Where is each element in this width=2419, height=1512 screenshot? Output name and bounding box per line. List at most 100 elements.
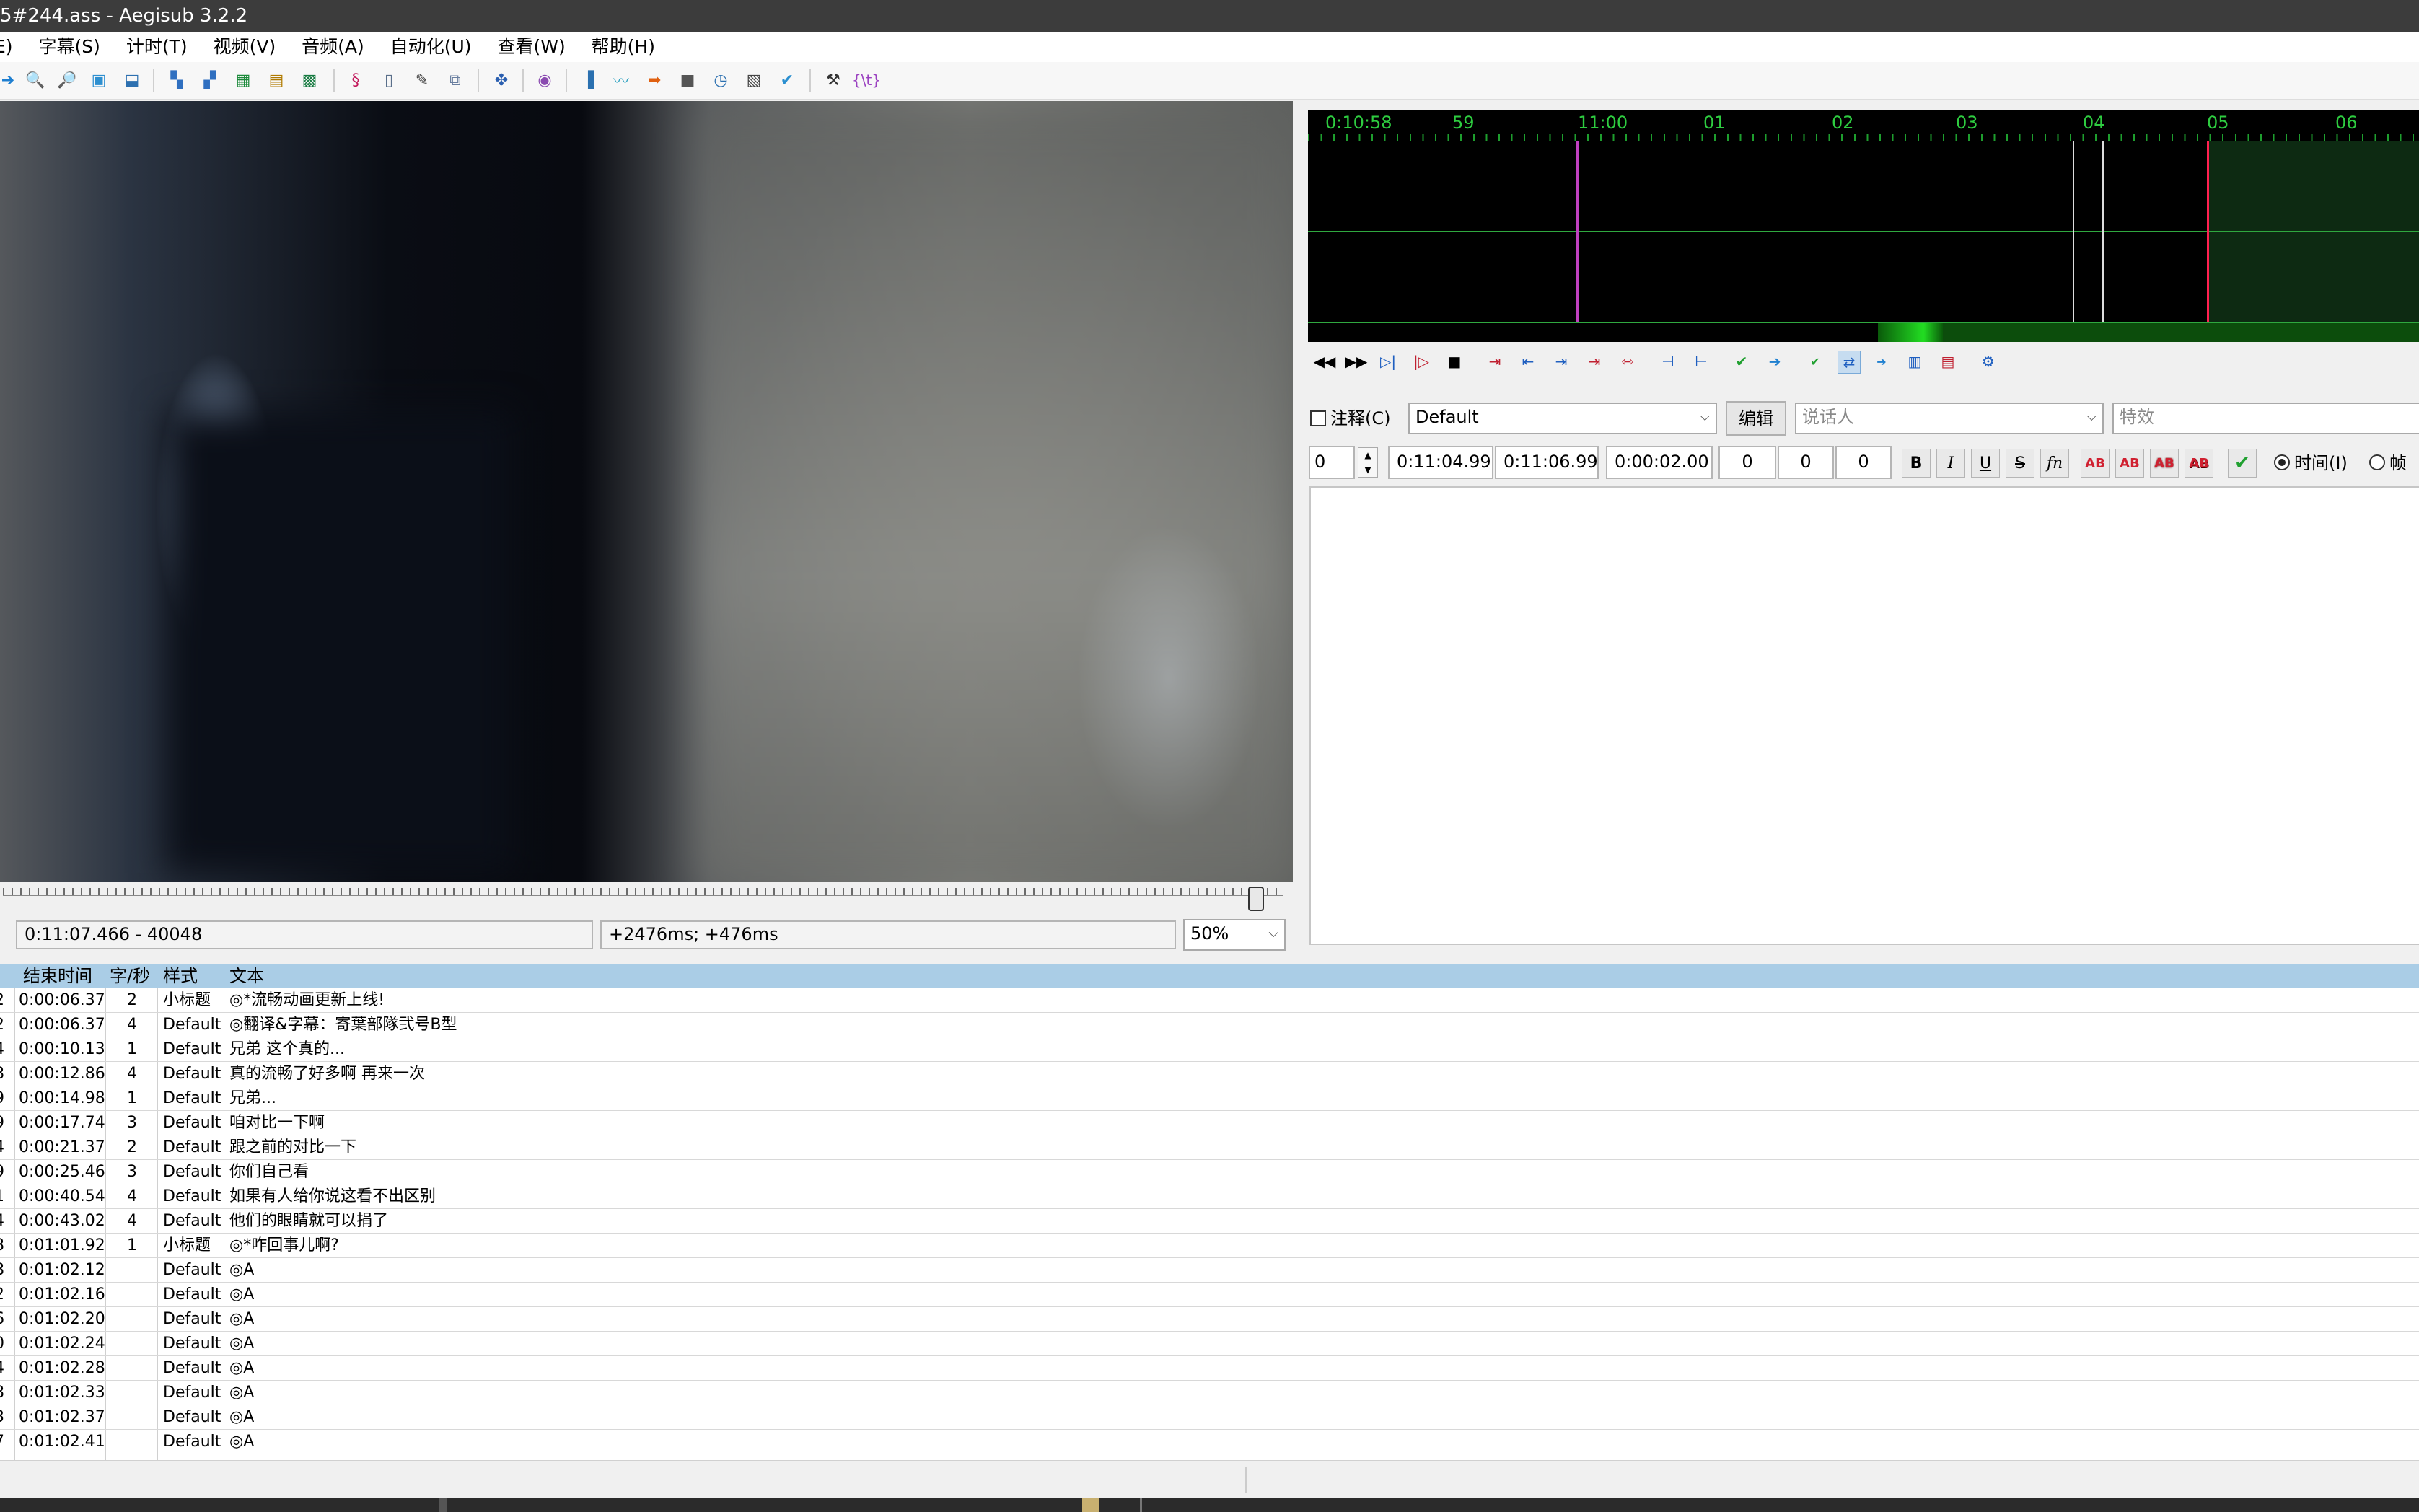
play-after-start-icon[interactable]: ⇤ — [1517, 351, 1539, 372]
menu-subtitle[interactable]: 字幕(S) — [39, 32, 100, 62]
start-time-field[interactable]: 0:11:04.99 — [1388, 446, 1493, 479]
outline-color-button[interactable]: AB — [2150, 449, 2179, 478]
puzzle-icon[interactable]: ✤ — [491, 69, 512, 91]
clock-icon[interactable]: ◷ — [710, 69, 732, 91]
snap-start-icon[interactable]: ▐ — [577, 69, 599, 91]
duration-field[interactable]: 0:00:02.00 — [1606, 446, 1713, 479]
audio-scrollbar[interactable] — [1308, 322, 2419, 342]
effect-field[interactable]: 特效 — [2112, 403, 2419, 434]
next-line-icon[interactable]: ▶▶ — [1345, 351, 1368, 372]
table-row[interactable]: 7 0:01:02.41 Default ◎A — [0, 1430, 2419, 1454]
menu-view[interactable]: 查看(W) — [497, 32, 565, 62]
subtitle-text-editor[interactable] — [1309, 486, 2419, 945]
secondary-color-button[interactable]: AB — [2115, 449, 2144, 478]
table-row[interactable]: 9 0:00:14.98 1 Default 兄弟... — [0, 1086, 2419, 1111]
time-radio[interactable] — [2274, 454, 2290, 470]
table-row[interactable]: 8 0:00:12.86 4 Default 真的流畅了好多啊 再来一次 — [0, 1062, 2419, 1086]
keyframes-icon[interactable]: ▩ — [299, 69, 320, 91]
prev-line-icon[interactable]: ◀◀ — [1314, 351, 1336, 372]
strikethrough-button[interactable]: S — [2006, 449, 2034, 478]
actor-select[interactable]: 说话人 ⌵ — [1795, 403, 2104, 434]
layer-spinner[interactable]: ▲ ▼ — [1358, 447, 1378, 478]
spectrum-icon[interactable]: ▥ — [1904, 351, 1926, 372]
header-text[interactable]: 文本 — [229, 964, 264, 988]
zoom-out-icon[interactable]: 🔎 — [56, 69, 78, 91]
arrow-right-icon[interactable]: ➔ — [0, 69, 19, 91]
margin-vertical-field[interactable]: 0 — [1835, 446, 1892, 479]
zoom-in-icon[interactable]: 🔍 — [25, 69, 46, 91]
seek-thumb[interactable] — [1248, 887, 1264, 911]
script-icon[interactable]: § — [345, 69, 366, 91]
shadow-color-button[interactable]: AB — [2185, 449, 2213, 478]
table-row[interactable]: 9 0:00:17.74 3 Default 咱对比一下啊 — [0, 1111, 2419, 1135]
header-style[interactable]: 样式 — [163, 964, 198, 988]
video-time-field[interactable]: 0:11:07.466 - 40048 — [16, 920, 593, 949]
lead-in-icon[interactable]: ⊣ — [1657, 351, 1679, 372]
film-icon[interactable]: ▤ — [265, 69, 287, 91]
shift-icon[interactable]: ➡ — [644, 69, 665, 91]
grid-icon[interactable]: ▦ — [232, 69, 254, 91]
italic-button[interactable]: I — [1936, 449, 1965, 478]
auto-commit-icon[interactable]: ✔ — [1804, 351, 1826, 372]
auto-scroll-icon[interactable]: ⇄ — [1838, 351, 1861, 374]
margin-left-field[interactable]: 0 — [1718, 446, 1776, 479]
table-row[interactable]: 4 0:00:21.37 2 Default 跟之前的对比一下 — [0, 1135, 2419, 1160]
copy-icon[interactable]: ⧉ — [444, 69, 466, 91]
audio-settings-icon[interactable]: ⚙ — [1977, 351, 1999, 372]
table-row[interactable]: 0 0:01:02.24 Default ◎A — [0, 1332, 2419, 1356]
automation-icon[interactable]: ◉ — [534, 69, 556, 91]
lead-out-icon[interactable]: ⊢ — [1690, 351, 1712, 372]
close-video-icon[interactable]: ▞ — [199, 69, 221, 91]
pen-icon[interactable]: ✎ — [411, 69, 433, 91]
table-row[interactable]: 1 0:00:40.54 4 Default 如果有人给你说这看不出区别 — [0, 1184, 2419, 1209]
spellcheck-icon[interactable]: ✔ — [776, 69, 798, 91]
table-row[interactable]: 2 0:01:02.16 Default ◎A — [0, 1283, 2419, 1307]
resolution-icon[interactable]: ▧ — [743, 69, 765, 91]
menu-audio[interactable]: 音频(A) — [302, 32, 364, 62]
selection-start-marker[interactable] — [2073, 141, 2074, 322]
play-after-icon[interactable]: ⇥ — [1584, 351, 1605, 372]
play-before-icon[interactable]: ⇥ — [1484, 351, 1506, 372]
table-row[interactable]: 4 0:00:43.02 4 Default 他们的眼睛就可以捐了 — [0, 1209, 2419, 1234]
end-time-field[interactable]: 0:11:06.99 — [1495, 446, 1599, 479]
header-cps[interactable]: 字/秒 — [110, 964, 150, 988]
table-row[interactable]: 8 0:01:02.12 Default ◎A — [0, 1258, 2419, 1283]
options-icon[interactable]: ⚒ — [822, 69, 844, 91]
save-icon[interactable]: ▣ — [88, 69, 110, 91]
go-to-icon[interactable]: ➔ — [1764, 351, 1786, 372]
menu-help[interactable]: 帮助(H) — [592, 32, 655, 62]
play-end-icon[interactable]: ⇥ — [1550, 351, 1572, 372]
document-icon[interactable]: ▯ — [378, 69, 400, 91]
menu-video[interactable]: 视频(V) — [214, 32, 276, 62]
wave-icon[interactable]: 〰 — [610, 69, 632, 91]
table-row[interactable]: 4 0:00:10.13 1 Default 兄弟 这个真的... — [0, 1037, 2419, 1062]
underline-button[interactable]: U — [1971, 449, 2000, 478]
margin-right-field[interactable]: 0 — [1778, 446, 1834, 479]
auto-next-icon[interactable]: ➔ — [1871, 351, 1892, 372]
table-row[interactable]: 2 0:00:06.37 2 小标题 ◎*流畅动画更新上线! — [0, 988, 2419, 1013]
video-display[interactable] — [0, 101, 1293, 882]
table-row[interactable]: 4 0:01:02.28 Default ◎A — [0, 1356, 2419, 1381]
table-row[interactable]: 9 0:00:25.46 3 Default 你们自己看 — [0, 1160, 2419, 1184]
stop-small-icon[interactable]: ■ — [677, 69, 698, 91]
edit-style-button[interactable]: 编辑 — [1726, 401, 1786, 436]
stop-icon[interactable]: ■ — [1444, 351, 1465, 372]
menu-automation[interactable]: 自动化(U) — [390, 32, 472, 62]
comment-checkbox[interactable] — [1310, 410, 1326, 426]
frame-radio[interactable] — [2369, 454, 2385, 470]
font-button[interactable]: fn — [2040, 449, 2069, 478]
zoom-select[interactable]: 50% ⌵ — [1183, 919, 1286, 951]
tag-icon[interactable]: {\t} — [852, 69, 881, 91]
export-icon[interactable]: ⬓ — [121, 69, 143, 91]
open-video-icon[interactable]: ▚ — [166, 69, 188, 91]
play-current-icon[interactable]: |▷ — [1410, 351, 1432, 372]
table-row[interactable]: 3 0:01:02.37 Default ◎A — [0, 1405, 2419, 1430]
layer-field[interactable]: 0 — [1309, 446, 1355, 479]
play-to-end-icon[interactable]: ⇿ — [1617, 351, 1638, 372]
primary-color-button[interactable]: AB — [2081, 449, 2110, 478]
table-row[interactable]: 2 0:00:06.37 4 Default ◎翻译&字幕：寄葉部隊弐号B型 — [0, 1013, 2419, 1037]
table-row[interactable]: 8 0:01:02.33 Default ◎A — [0, 1381, 2419, 1405]
style-select[interactable]: Default ⌵ — [1408, 403, 1717, 434]
audio-waveform[interactable]: 0:10:58 59 11:00 01 02 03 04 05 06 — [1308, 110, 2419, 342]
commit-button[interactable]: ✔ — [2228, 449, 2257, 478]
